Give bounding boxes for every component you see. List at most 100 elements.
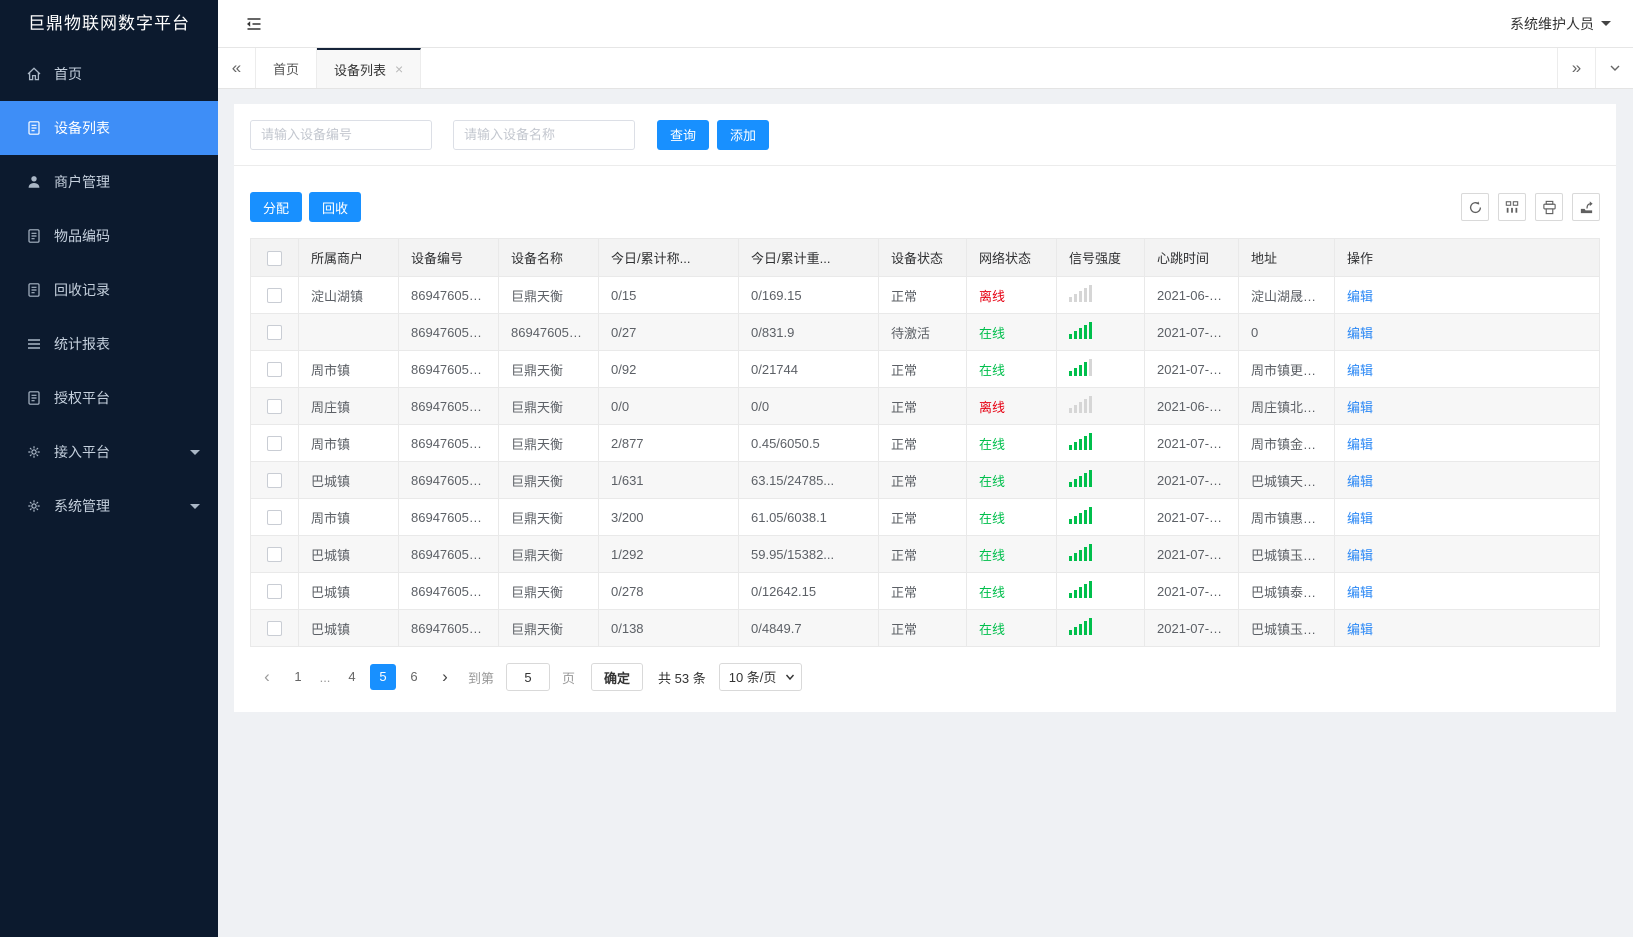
edit-link[interactable]: 编辑 [1347,511,1373,526]
device-no-cell: 8694760552... [398,572,499,610]
collapse-sidebar-button[interactable] [244,14,264,34]
device-name-cell: 巨鼎天衡 [498,387,599,425]
sidebar: 巨鼎物联网数字平台 首页 设备列表 商户管理 物品编码 回收记录 统计报表 授权… [0,0,218,937]
sidebar-item-label: 回收记录 [54,282,110,298]
row-checkbox[interactable] [267,436,282,452]
column-header: 今日/累计重... [738,238,879,277]
network-status-cell: 在线 [966,498,1057,536]
edit-link[interactable]: 编辑 [1347,622,1373,637]
row-checkbox[interactable] [267,325,282,341]
print-icon [1542,200,1556,214]
device-status-cell: 待激活 [878,313,967,351]
row-checkbox[interactable] [267,547,282,563]
next-page-button[interactable]: › [432,664,458,690]
page-size-select[interactable]: 10 条/页 [718,663,802,691]
signal-cell [1056,609,1145,647]
network-status-cell: 在线 [966,350,1057,388]
row-checkbox[interactable] [267,399,282,415]
page-button-6[interactable]: 6 [401,664,427,690]
sidebar-item-label: 统计报表 [54,336,110,352]
today-count-cell: 0/0 [598,387,739,425]
edit-link[interactable]: 编辑 [1347,326,1373,341]
print-button[interactable] [1535,193,1563,221]
row-checkbox[interactable] [267,584,282,600]
edit-link[interactable]: 编辑 [1347,363,1373,378]
edit-link[interactable]: 编辑 [1347,289,1373,304]
address-cell: 周市镇惠安... [1238,498,1335,536]
sidebar-item-merchant[interactable]: 商户管理 [0,155,218,209]
sidebar-item-recycle-record[interactable]: 回收记录 [0,263,218,317]
merchant-cell: 巴城镇 [298,535,399,573]
edit-link[interactable]: 编辑 [1347,400,1373,415]
page-button-4[interactable]: 4 [339,664,365,690]
device-table: 所属商户 设备编号 设备名称 今日/累计称... 今日/累计重... 设备状态 … [250,238,1600,647]
prev-page-button[interactable]: ‹ [254,664,280,690]
tab-device-list[interactable]: 设备列表 × [317,48,422,88]
export-button[interactable] [1572,193,1600,221]
close-icon[interactable]: × [395,61,403,77]
edit-link[interactable]: 编辑 [1347,437,1373,452]
device-name-cell: 巨鼎天衡 [498,609,599,647]
today-count-cell: 1/631 [598,461,739,499]
confirm-button[interactable]: 确定 [591,663,644,691]
sidebar-item-device-list[interactable]: 设备列表 [0,101,218,155]
sidebar-item-home[interactable]: 首页 [0,47,218,101]
merchant-icon [28,176,40,188]
tab-home[interactable]: 首页 [256,48,318,88]
heartbeat-cell: 2021-07-02 ... [1144,572,1239,610]
signal-cell [1056,313,1145,351]
address-cell: 周庄镇北桂... [1238,387,1335,425]
device-status-cell: 正常 [878,350,967,388]
signal-strength-icon [1069,618,1092,635]
today-weight-cell: 0/169.15 [738,276,879,314]
merchant-cell: 淀山湖镇 [298,276,399,314]
device-no-input[interactable] [250,119,432,150]
columns-button[interactable] [1498,193,1526,221]
sidebar-item-item-code[interactable]: 物品编码 [0,209,218,263]
row-checkbox[interactable] [267,621,282,637]
edit-link[interactable]: 编辑 [1347,474,1373,489]
row-checkbox[interactable] [267,362,282,378]
table-toolbar: 分配 回收 [250,192,1600,222]
tabs-scroll-right-button[interactable]: » [1557,48,1595,88]
sidebar-item-access-platform[interactable]: 接入平台 [0,425,218,479]
signal-cell [1056,276,1145,314]
sidebar-item-label: 系统管理 [54,498,110,514]
refresh-button[interactable] [1461,193,1489,221]
page-button-1[interactable]: 1 [285,664,311,690]
export-icon [1580,200,1593,213]
sidebar-item-system[interactable]: 系统管理 [0,479,218,533]
query-button[interactable]: 查询 [657,119,710,150]
merchant-cell: 巴城镇 [298,609,399,647]
today-weight-cell: 0/21744 [738,350,879,388]
sidebar-item-auth-platform[interactable]: 授权平台 [0,371,218,425]
signal-strength-icon [1069,433,1092,450]
assign-button[interactable]: 分配 [250,192,303,222]
row-checkbox[interactable] [267,510,282,526]
page-size-select-wrap: 10 条/页 [718,663,802,691]
tabs-scroll-left-button[interactable]: « [218,48,256,88]
device-status-cell: 正常 [878,461,967,499]
select-all-checkbox[interactable] [267,250,282,266]
top-header: 系统维护人员 [218,0,1633,48]
goto-page-input[interactable] [506,663,551,691]
edit-link[interactable]: 编辑 [1347,585,1373,600]
row-checkbox[interactable] [267,288,282,304]
recycle-record-icon [28,283,40,297]
action-cell: 编辑 [1334,350,1600,388]
sidebar-item-report[interactable]: 统计报表 [0,317,218,371]
row-checkbox[interactable] [267,473,282,489]
page-button-5[interactable]: 5 [370,664,396,690]
add-button[interactable]: 添加 [717,119,770,150]
column-header: 信号强度 [1056,238,1145,277]
column-header: 心跳时间 [1144,238,1239,277]
table-row: 周市镇 8694760552... 巨鼎天衡 0/92 0/21744 正常 在线 2021-… [250,350,1600,388]
sidebar-item-label: 接入平台 [54,444,110,460]
sidebar-item-label: 首页 [54,66,82,82]
edit-link[interactable]: 编辑 [1347,548,1373,563]
device-name-input[interactable] [453,119,635,150]
tabs-menu-button[interactable] [1595,48,1633,88]
recycle-button[interactable]: 回收 [309,192,362,222]
user-menu[interactable]: 系统维护人员 [1510,14,1611,34]
merchant-cell: 周市镇 [298,424,399,462]
